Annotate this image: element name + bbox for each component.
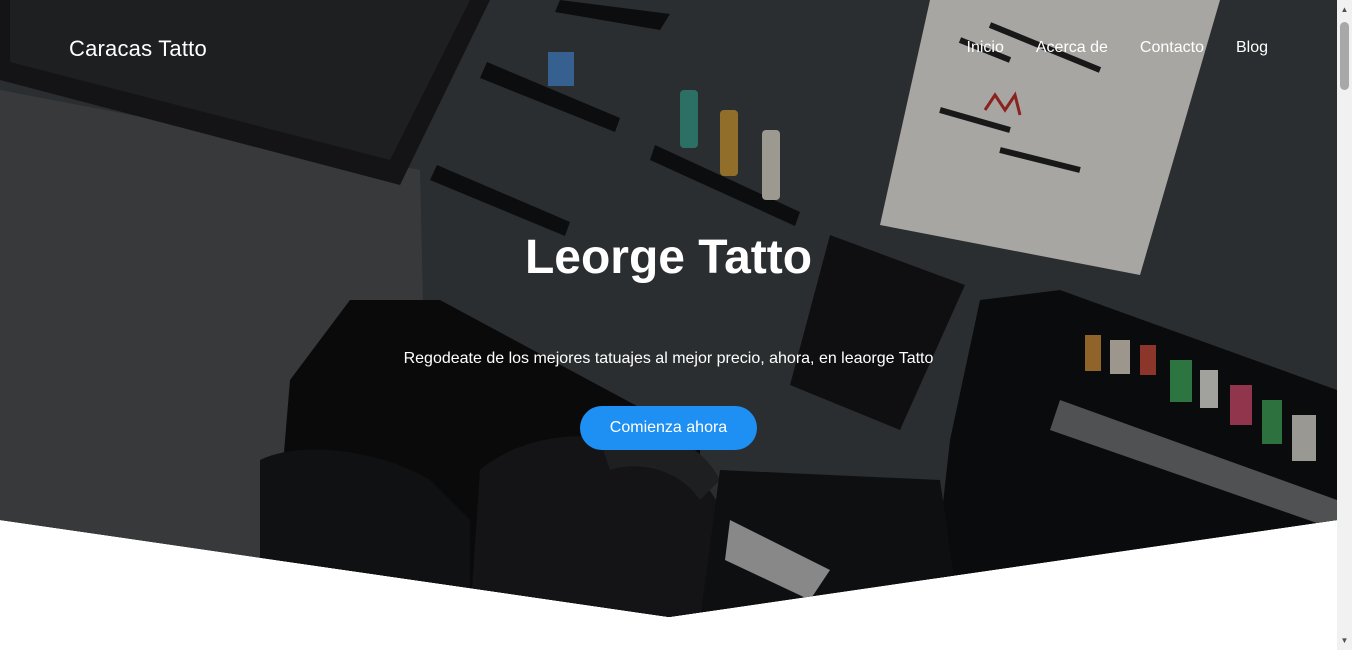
get-started-button[interactable]: Comienza ahora [580, 406, 757, 450]
nav-link-blog[interactable]: Blog [1236, 39, 1268, 57]
scroll-down-arrow-icon[interactable]: ▼ [1337, 633, 1352, 648]
landing-page: Caracas Tatto Inicio Acerca de Contacto … [0, 0, 1337, 650]
nav-link-inicio[interactable]: Inicio [967, 39, 1004, 57]
hero-title: Leorge Tatto [524, 231, 813, 284]
nav-link-acerca-de[interactable]: Acerca de [1036, 39, 1108, 57]
vertical-scrollbar[interactable]: ▲ ▼ [1337, 0, 1352, 650]
hero-subtitle: Regodeate de los mejores tatuajes al mej… [403, 350, 934, 367]
scrollbar-thumb[interactable] [1340, 22, 1349, 90]
hero-dark-overlay [0, 0, 1337, 617]
browser-viewport: Caracas Tatto Inicio Acerca de Contacto … [0, 0, 1352, 650]
main-nav: Inicio Acerca de Contacto Blog [967, 39, 1268, 57]
brand-logo[interactable]: Caracas Tatto [69, 36, 207, 62]
scroll-up-arrow-icon[interactable]: ▲ [1337, 2, 1352, 17]
nav-link-contacto[interactable]: Contacto [1140, 39, 1204, 57]
hero-section: Caracas Tatto Inicio Acerca de Contacto … [0, 0, 1337, 617]
